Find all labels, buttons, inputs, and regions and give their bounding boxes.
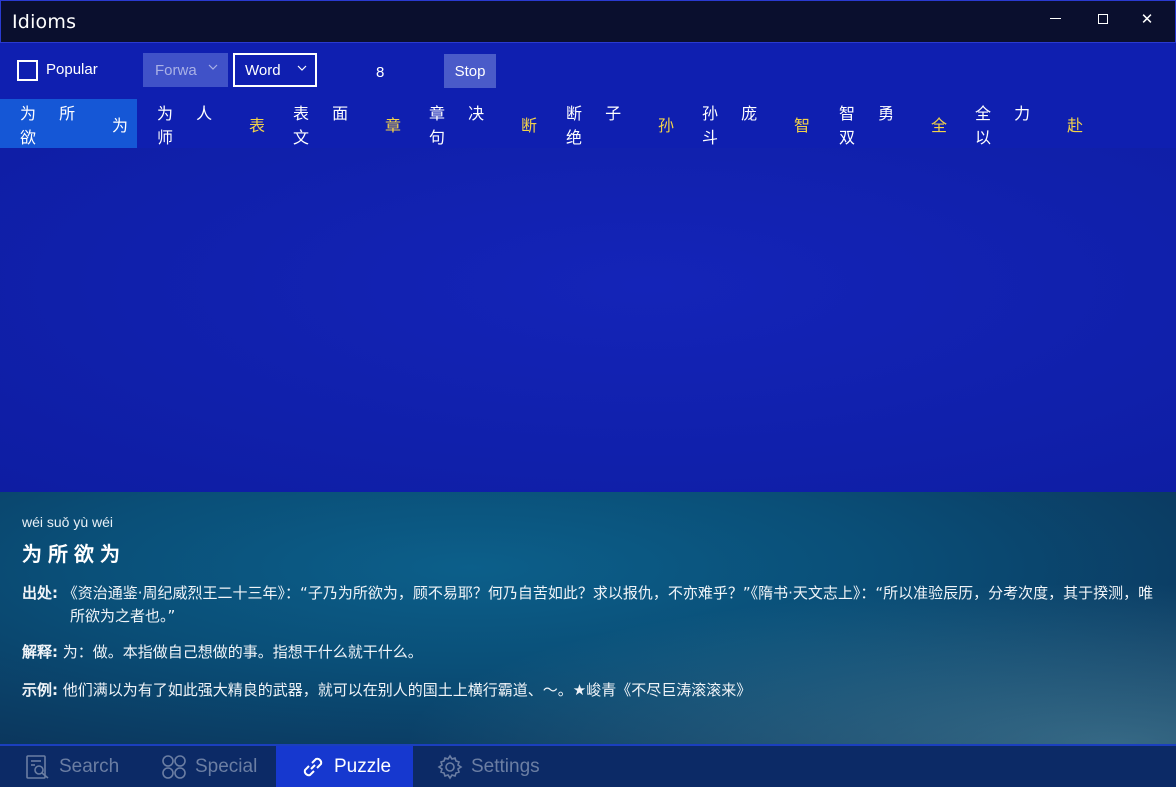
idiom-item[interactable]: 全 力 以 赴: [955, 99, 1092, 148]
source-text: 《资治通鉴·周纪威烈王二十三年》：“子乃为所欲为，顾不易耶？何乃自苦如此？求以报…: [62, 584, 1154, 625]
gear-icon: [437, 754, 463, 779]
puzzle-board: [0, 148, 1176, 492]
direction-value: Forwa: [155, 61, 197, 79]
stop-button[interactable]: Stop: [444, 54, 496, 88]
mode-value: Word: [245, 61, 281, 79]
link-icon: [303, 757, 323, 776]
idiom-item[interactable]: 断 子 绝 孙: [546, 99, 683, 148]
nav-item-special[interactable]: Special: [137, 746, 274, 787]
popular-checkbox[interactable]: [17, 60, 38, 81]
idiom-detail-panel: wéi suǒ yù wéi 为所欲为 出处: 《资治通鉴·周纪威烈王二十三年》…: [0, 492, 1176, 744]
idiom-chain: 为 所 欲 为 为 人 师 表 表 面 文 章 章 决 句 断 断 子 绝 孙 …: [0, 99, 1176, 148]
mode-dropdown[interactable]: Word: [233, 53, 317, 87]
example-text: 他们满以为有了如此强大精良的武器，就可以在别人的国土上横行霸道、～。★峻青《不尽…: [62, 681, 752, 699]
nav-item-search[interactable]: Search: [0, 746, 137, 787]
idiom-title: 为所欲为: [22, 542, 126, 566]
maximize-button[interactable]: [1080, 1, 1126, 36]
chevron-down-icon: [297, 65, 307, 71]
meaning-label: 解释:: [22, 643, 58, 661]
close-icon: ✕: [1140, 9, 1154, 28]
nav-label-special: Special: [195, 755, 258, 777]
idiom-item[interactable]: 表 面 文 章: [273, 99, 410, 148]
nav-label-settings: Settings: [471, 755, 540, 777]
idiom-meaning: 解释: 为：做。本指做自己想做的事。指想干什么就干什么。: [22, 641, 1162, 664]
example-label: 示例:: [22, 681, 58, 699]
idiom-item[interactable]: 章 决 句 断: [409, 99, 546, 148]
idiom-pinyin: wéi suǒ yù wéi: [22, 514, 114, 530]
special-icon: [162, 754, 186, 779]
idiom-item[interactable]: 为 人 师 表: [137, 99, 274, 148]
window-title: Idioms: [12, 11, 77, 33]
idiom-source: 出处: 《资治通鉴·周纪威烈王二十三年》：“子乃为所欲为，顾不易耶？何乃自苦如此…: [22, 582, 1162, 628]
source-label: 出处:: [22, 584, 58, 602]
toolbar: Popular Forwa Word 8 Stop: [0, 43, 1176, 99]
idiom-item[interactable]: 为 所 欲 为: [0, 99, 137, 148]
idiom-item[interactable]: 智 勇 双 全: [819, 99, 956, 148]
idiom-item[interactable]: 孙 庞 斗 智: [682, 99, 819, 148]
popular-label: Popular: [46, 61, 98, 78]
nav-label-search: Search: [59, 755, 120, 777]
search-icon: [26, 754, 49, 779]
nav-item-settings[interactable]: Settings: [413, 746, 550, 787]
maximize-icon: [1098, 13, 1108, 24]
idiom-example: 示例: 他们满以为有了如此强大精良的武器，就可以在别人的国土上横行霸道、～。★峻…: [22, 679, 1162, 702]
title-bar: Idioms ✕: [0, 0, 1176, 43]
direction-dropdown[interactable]: Forwa: [143, 53, 228, 87]
nav-item-puzzle[interactable]: Puzzle: [276, 746, 413, 787]
chain-count: 8: [376, 64, 385, 81]
close-button[interactable]: ✕: [1124, 1, 1170, 36]
nav-label-puzzle: Puzzle: [334, 755, 392, 777]
minimize-button[interactable]: [1032, 1, 1078, 36]
meaning-text: 为：做。本指做自己想做的事。指想干什么就干什么。: [62, 643, 423, 661]
minimize-icon: [1049, 18, 1061, 19]
bottom-nav: Search Special Puzzle Settings: [0, 744, 1176, 787]
chevron-down-icon: [208, 64, 218, 70]
